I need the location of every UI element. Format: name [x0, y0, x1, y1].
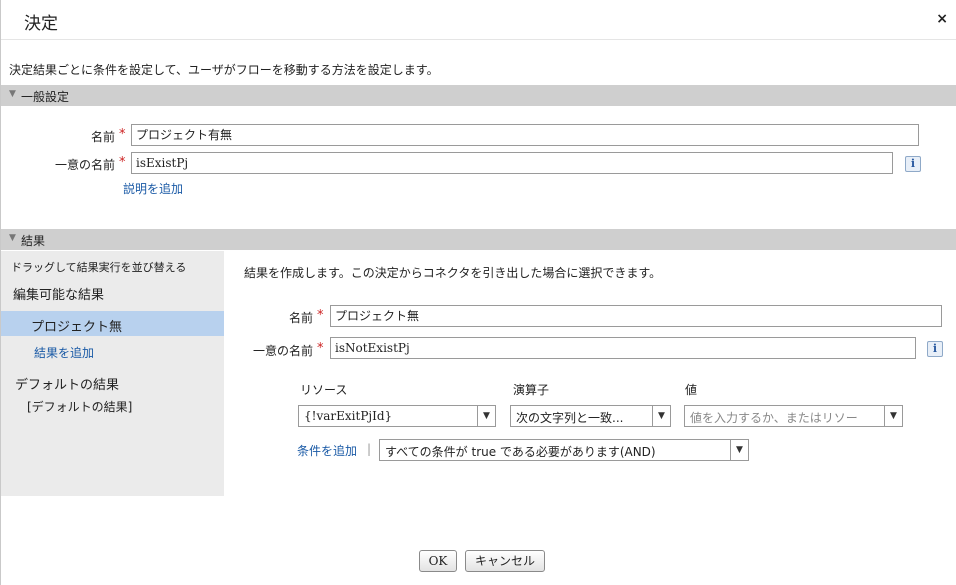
required-marker: *	[317, 341, 324, 356]
cancel-button[interactable]: キャンセル	[465, 550, 545, 572]
default-outcome-heading: デフォルトの結果	[15, 378, 120, 393]
resource-select-value: {!varExitPjId}	[304, 409, 393, 423]
outcome-item-label[interactable]: プロジェクト無	[31, 316, 122, 335]
required-marker: *	[119, 127, 126, 142]
close-icon[interactable]: ×	[936, 11, 948, 27]
chevron-down-icon[interactable]: ▼	[884, 406, 902, 426]
dialog-title: 決定	[24, 14, 58, 34]
info-icon[interactable]: i	[905, 156, 921, 172]
info-icon[interactable]: i	[927, 341, 943, 357]
operator-select[interactable]: 次の文字列と一致... ▼	[510, 405, 671, 427]
name-label: 名前	[90, 130, 115, 144]
required-marker: *	[119, 155, 126, 170]
triangle-down-icon: ▼	[9, 89, 16, 99]
ok-button-label: OK	[428, 554, 448, 568]
resource-select[interactable]: {!varExitPjId} ▼	[298, 405, 496, 427]
outcomes-section-label: 結果	[21, 234, 46, 248]
outcome-unique-name-input[interactable]: isNotExistPj	[330, 337, 916, 359]
condition-logic-select[interactable]: すべての条件が true である必要があります(AND) ▼	[379, 439, 749, 461]
chevron-down-icon[interactable]: ▼	[652, 406, 670, 426]
outcome-unique-name-label: 一意の名前	[252, 344, 313, 358]
outcome-name-label: 名前	[288, 311, 313, 325]
unique-name-input[interactable]: isExistPj	[131, 152, 893, 174]
dialog-description: 決定結果ごとに条件を設定して、ユーザがフローを移動する方法を設定します。	[9, 63, 439, 77]
operator-select-value: 次の文字列と一致...	[516, 411, 624, 425]
general-section-header[interactable]: ▼ 一般設定	[1, 85, 956, 106]
link-separator: |	[367, 442, 372, 456]
add-condition-link[interactable]: 条件を追加	[297, 442, 357, 459]
editable-outcomes-heading: 編集可能な結果	[13, 288, 105, 303]
triangle-down-icon: ▼	[9, 233, 16, 243]
value-combobox[interactable]: 値を入力するか、またはリソー ▼	[684, 405, 903, 427]
default-outcome-item[interactable]: [デフォルトの結果]	[27, 398, 132, 415]
add-outcome-link[interactable]: 結果を追加	[34, 344, 94, 361]
value-column-header: 値	[685, 383, 698, 397]
general-section-label: 一般設定	[21, 90, 70, 104]
add-description-link[interactable]: 説明を追加	[123, 180, 183, 197]
ok-button[interactable]: OK	[419, 550, 457, 572]
chevron-down-icon[interactable]: ▼	[730, 440, 748, 460]
chevron-down-icon[interactable]: ▼	[477, 406, 495, 426]
resource-column-header: リソース	[300, 383, 348, 397]
dialog-titlebar: 決定 ×	[1, 0, 956, 40]
outcome-name-input[interactable]: プロジェクト無	[330, 305, 942, 327]
decision-dialog: 決定 × 決定結果ごとに条件を設定して、ユーザがフローを移動する方法を設定します…	[0, 0, 956, 585]
reorder-hint: ドラッグして結果実行を並び替える	[11, 261, 187, 274]
outcome-intro: 結果を作成します。この決定からコネクタを引き出した場合に選択できます。	[244, 266, 662, 280]
unique-name-label: 一意の名前	[54, 158, 115, 172]
name-input[interactable]: プロジェクト有無	[131, 124, 919, 146]
required-marker: *	[317, 308, 324, 323]
operator-column-header: 演算子	[513, 383, 550, 397]
outcomes-section-header[interactable]: ▼ 結果	[1, 229, 956, 250]
value-input-placeholder[interactable]: 値を入力するか、またはリソー	[690, 409, 858, 426]
condition-logic-value: すべての条件が true である必要があります(AND)	[385, 445, 656, 459]
